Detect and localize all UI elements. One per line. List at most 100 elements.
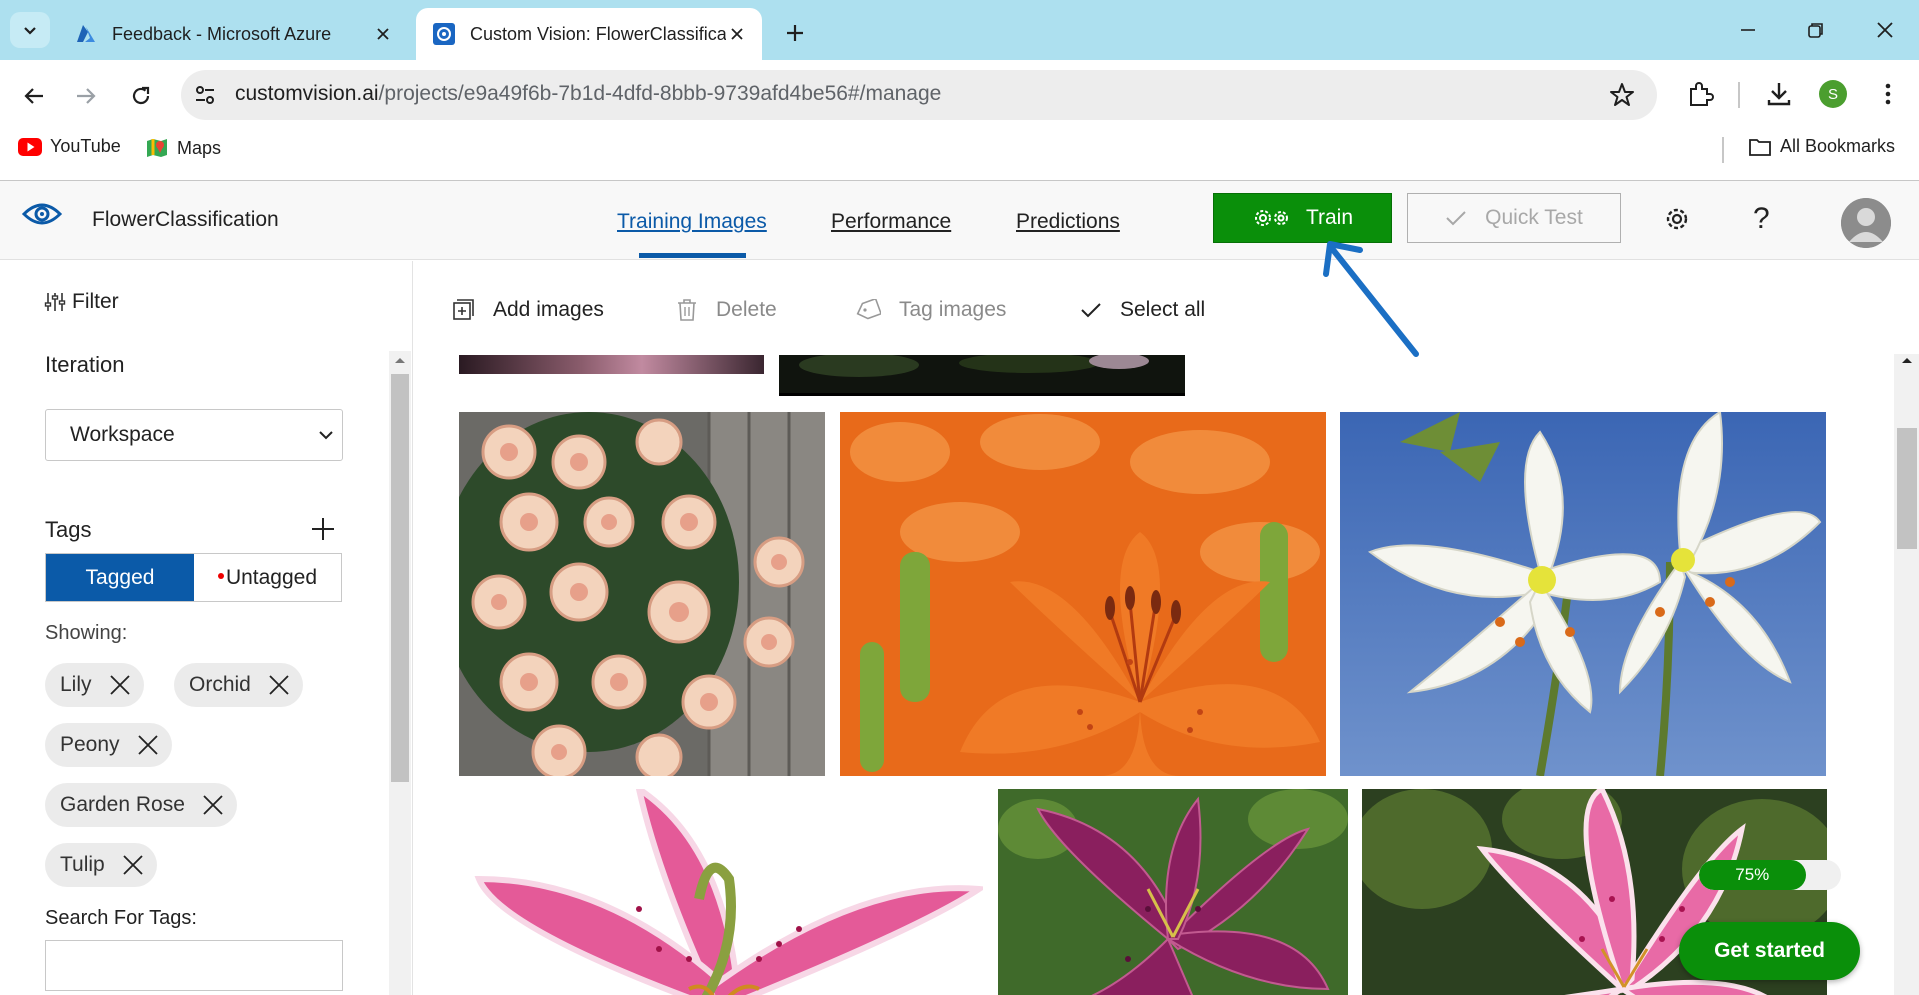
tab-search-button[interactable]	[10, 12, 50, 48]
annotation-arrow-icon	[1323, 241, 1419, 357]
checkmark-icon	[1446, 211, 1466, 226]
tagged-toggle[interactable]: Tagged	[46, 554, 194, 601]
tab-feedback[interactable]: Feedback - Microsoft Azure	[58, 8, 408, 60]
image-thumbnail[interactable]	[840, 412, 1326, 776]
back-button[interactable]	[14, 76, 54, 116]
tag-chip-tulip: Tulip	[45, 843, 157, 887]
menu-kebab-icon[interactable]	[1874, 80, 1902, 108]
chevron-down-icon	[319, 431, 333, 440]
tag-icon	[856, 299, 881, 320]
filter-button[interactable]: Filter	[44, 290, 119, 314]
close-icon	[1877, 22, 1893, 38]
tag-images-label: Tag images	[899, 298, 1007, 321]
forward-button[interactable]	[66, 76, 106, 116]
remove-tag-icon[interactable]	[265, 671, 293, 699]
add-images-button[interactable]: Add images	[451, 298, 604, 322]
new-tab-button[interactable]	[778, 16, 812, 50]
tab-title: Feedback - Microsoft Azure	[112, 23, 332, 44]
azure-icon	[77, 25, 95, 42]
tag-chip-label: Garden Rose	[60, 793, 185, 816]
add-tag-button[interactable]	[310, 516, 336, 542]
select-all-button[interactable]: Select all	[1080, 298, 1205, 322]
image-thumbnail[interactable]	[459, 412, 825, 776]
showing-label: Showing:	[45, 622, 128, 644]
tab-training-images[interactable]: Training Images	[617, 210, 767, 234]
reload-button[interactable]	[121, 76, 161, 116]
restore-button[interactable]	[1796, 14, 1836, 46]
delete-label: Delete	[716, 298, 777, 321]
arrow-left-icon	[24, 88, 43, 104]
quick-test-button[interactable]: Quick Test	[1407, 193, 1621, 243]
tag-chip-peony: Peony	[45, 723, 172, 767]
get-started-button[interactable]: Get started	[1679, 922, 1860, 980]
tab-custom-vision[interactable]: Custom Vision: FlowerClassifica	[416, 8, 762, 60]
delete-button[interactable]: Delete	[676, 298, 777, 322]
profile-avatar[interactable]: S	[1819, 80, 1847, 108]
url-text[interactable]: customvision.ai/projects/e9a49f6b-7b1d-4…	[235, 82, 941, 106]
scroll-up-arrow-icon[interactable]	[1900, 355, 1914, 365]
help-button[interactable]: ?	[1753, 202, 1770, 236]
url-host: customvision.ai	[235, 82, 379, 105]
bookmark-maps[interactable]: Maps	[145, 136, 221, 160]
iteration-label: Iteration	[45, 352, 125, 377]
progress-fill: 75%	[1699, 860, 1806, 890]
bookmark-star-icon[interactable]	[1609, 82, 1635, 108]
app-header	[0, 181, 1919, 260]
add-images-label: Add images	[493, 298, 604, 321]
image-thumbnail-partial[interactable]	[459, 355, 764, 374]
tag-chip-label: Lily	[60, 673, 92, 696]
image-thumbnail[interactable]	[998, 789, 1348, 995]
tab-title: Custom Vision: FlowerClassifica	[470, 23, 726, 44]
all-bookmarks[interactable]: All Bookmarks	[1748, 136, 1895, 157]
site-info-icon[interactable]	[193, 83, 217, 107]
image-thumbnail-partial[interactable]	[779, 355, 1185, 396]
close-tab-icon[interactable]	[372, 23, 394, 45]
remove-tag-icon[interactable]	[199, 791, 227, 819]
image-grid	[459, 355, 1879, 995]
remove-tag-icon[interactable]	[134, 731, 162, 759]
scroll-up-arrow-icon[interactable]	[393, 355, 407, 365]
bookmark-divider	[1722, 137, 1724, 163]
custom-vision-icon	[433, 23, 455, 45]
tag-chip-label: Orchid	[189, 673, 251, 696]
remove-tag-icon[interactable]	[119, 851, 147, 879]
close-tab-icon[interactable]	[726, 23, 748, 45]
iteration-dropdown[interactable]: Workspace	[45, 409, 343, 461]
untagged-toggle[interactable]: Untagged	[194, 554, 341, 601]
custom-vision-eye-icon[interactable]	[22, 198, 62, 230]
remove-tag-icon[interactable]	[106, 671, 134, 699]
tag-chip-lily: Lily	[45, 663, 144, 707]
toolbar-divider	[1738, 82, 1740, 108]
user-avatar[interactable]	[1841, 198, 1891, 248]
tab-performance[interactable]: Performance	[831, 210, 951, 234]
arrow-right-icon	[77, 88, 96, 104]
project-name: FlowerClassification	[92, 208, 279, 231]
image-thumbnail[interactable]	[1340, 412, 1826, 776]
quick-test-label: Quick Test	[1485, 206, 1583, 229]
filter-sliders-icon	[44, 293, 66, 311]
sidebar-scrollbar-thumb[interactable]	[391, 374, 409, 782]
plus-icon	[312, 518, 334, 540]
untagged-label: Untagged	[225, 565, 318, 589]
train-label: Train	[1305, 206, 1354, 229]
folder-icon	[1749, 138, 1771, 156]
minimize-button[interactable]	[1728, 14, 1768, 46]
checkmark-icon	[1081, 303, 1101, 318]
bookmark-label: YouTube	[50, 136, 121, 156]
image-thumbnail[interactable]	[459, 789, 983, 995]
maps-icon	[147, 139, 167, 157]
tag-images-button[interactable]: Tag images	[855, 298, 1006, 322]
download-icon[interactable]	[1765, 80, 1793, 108]
settings-gear-icon[interactable]	[1662, 204, 1692, 234]
main-scrollbar-thumb[interactable]	[1897, 428, 1917, 549]
restore-icon	[1808, 23, 1823, 38]
tag-filter-toggle: Tagged Untagged	[45, 553, 342, 602]
minimize-icon	[1741, 29, 1755, 31]
bookmark-youtube[interactable]: YouTube	[18, 136, 121, 157]
extensions-icon[interactable]	[1686, 80, 1714, 108]
search-tags-input[interactable]	[45, 940, 343, 991]
close-window-button[interactable]	[1865, 14, 1905, 46]
untagged-dot	[217, 572, 224, 579]
tab-predictions[interactable]: Predictions	[1016, 210, 1120, 234]
chevron-down-icon	[24, 27, 36, 35]
